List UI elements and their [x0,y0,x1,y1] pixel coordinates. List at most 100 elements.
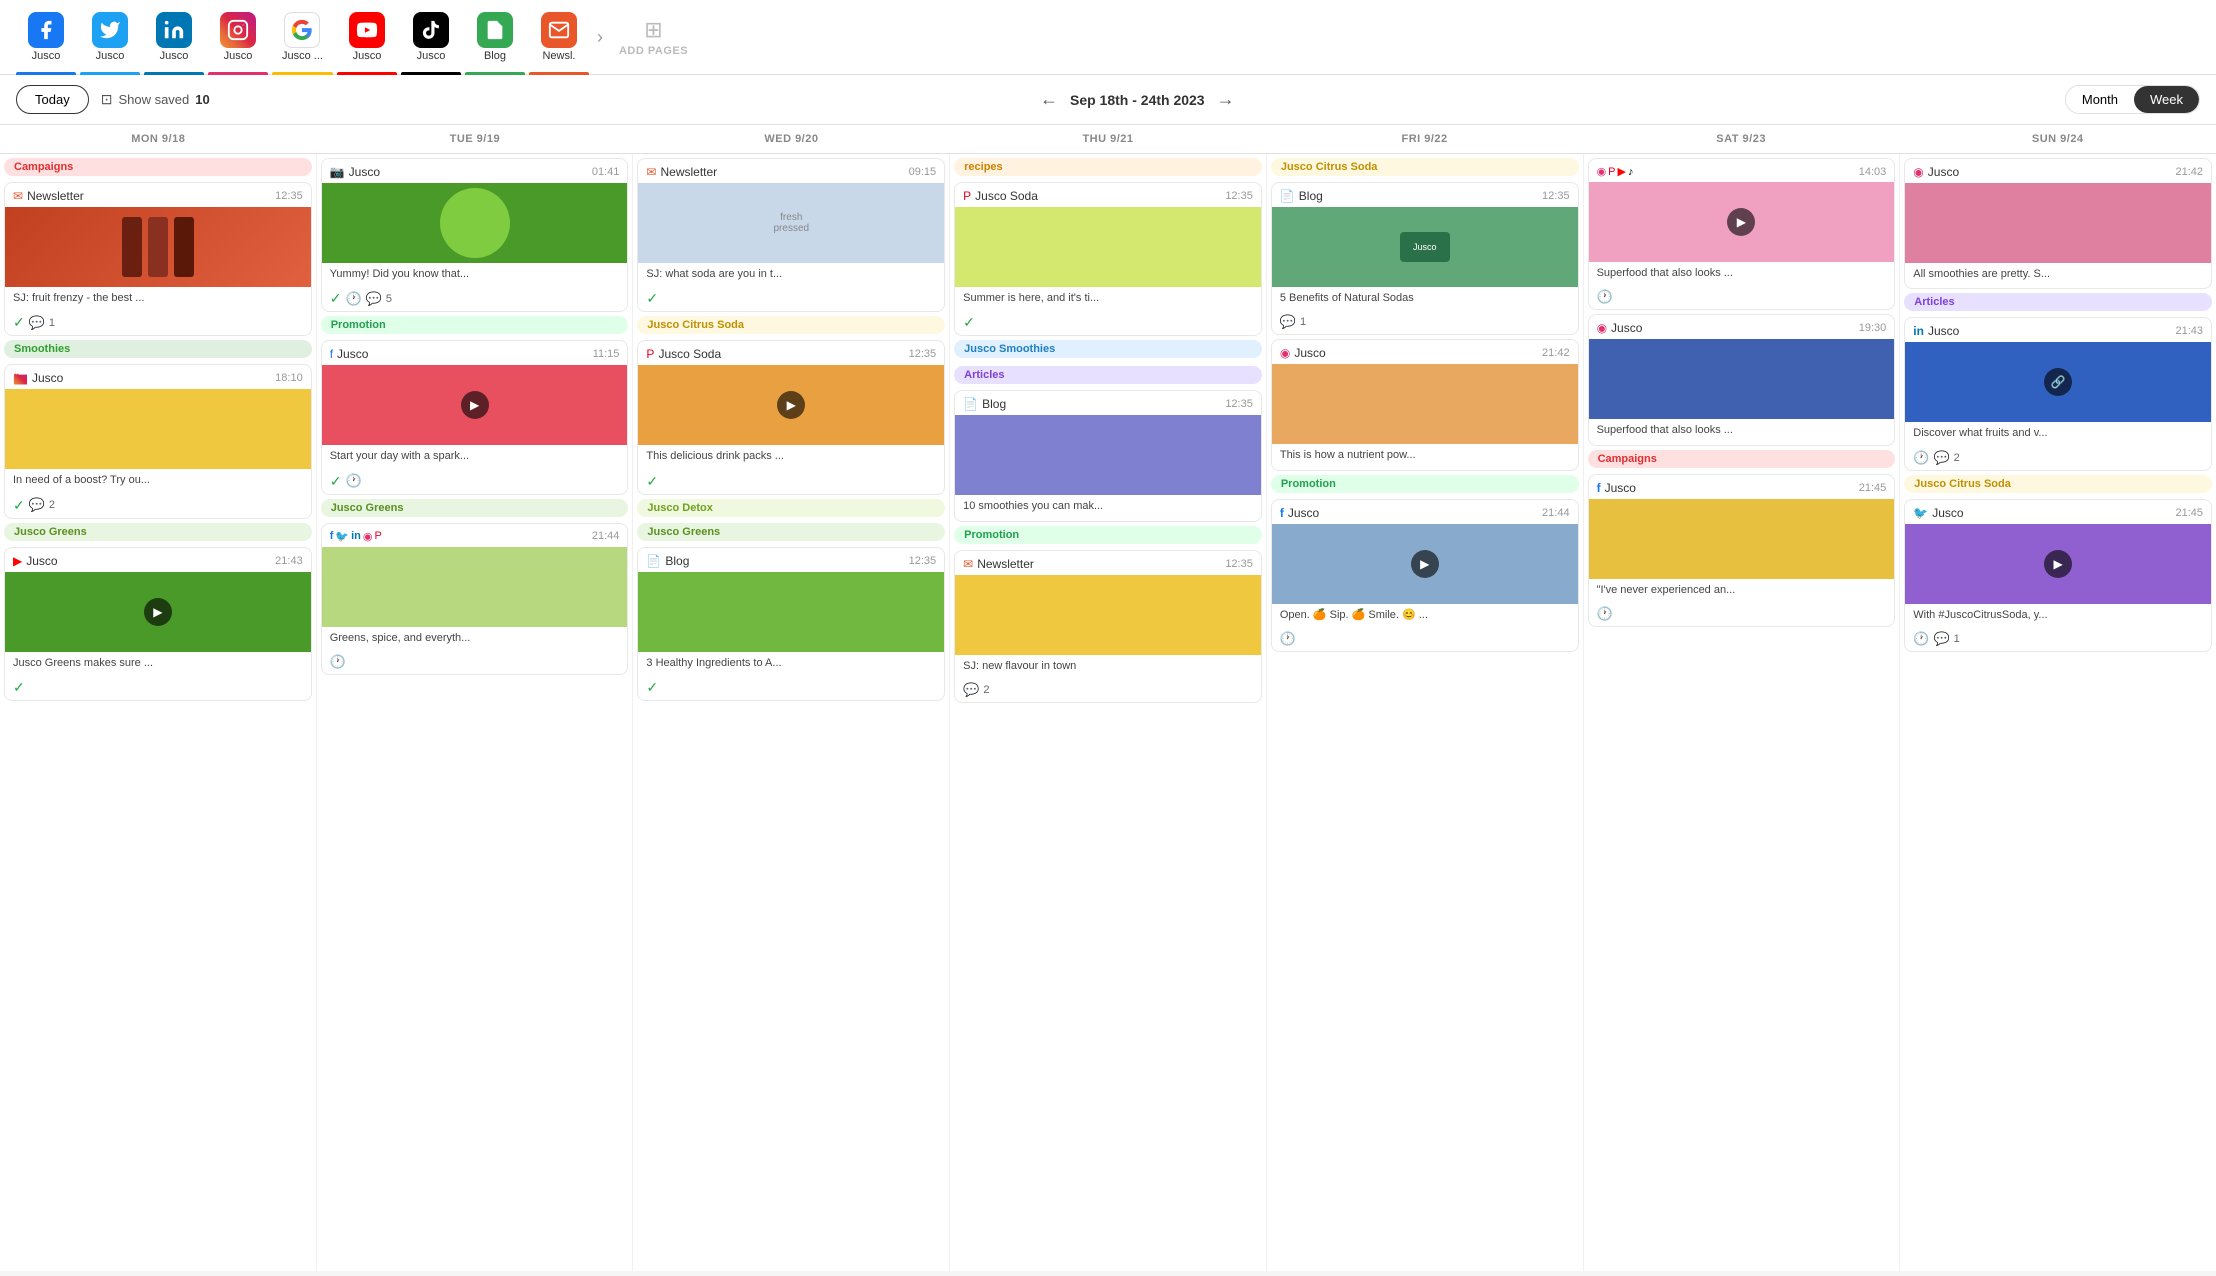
card-ig-tue[interactable]: 📷 Jusco 01:41 Yummy! Did you know that..… [321,158,629,312]
card-ig-sun[interactable]: ◉ Jusco 21:42 All smoothies are pretty. … [1904,158,2212,289]
play-button[interactable]: ▶ [777,391,805,419]
card-time: 12:35 [1225,558,1253,570]
header-mon: MON 9/18 [0,125,317,153]
nav-item-instagram[interactable]: Jusco [208,8,268,66]
card-greens-tue[interactable]: f 🐦 in ◉ P 21:44 Greens, spice, and ever… [321,523,629,675]
nav-item-google[interactable]: Jusco ... [272,8,333,66]
play-button[interactable]: ▶ [461,391,489,419]
newsletter-icon [541,12,577,48]
play-button[interactable]: ▶ [2044,550,2072,578]
instagram-icon [220,12,256,48]
card-platform-name: Jusco [1932,506,1963,520]
fb-icon: f [330,347,333,361]
card-multi-sat[interactable]: ◉ P ▶ ♪ 14:03 ▶ Superfood that also look… [1588,158,1896,310]
card-campaigns-sat[interactable]: f Jusco 21:45 "I've never experienced an… [1588,474,1896,627]
card-text: This is how a nutrient pow... [1280,448,1570,463]
card-smoothies-mon[interactable]: 📷 Jusco 18:10 In need of a boost? Try ou… [4,364,312,518]
card-text: Start your day with a spark... [330,449,620,464]
header-wed: WED 9/20 [633,125,950,153]
nav-item-youtube[interactable]: Jusco [337,8,397,66]
card-smoothies-thu[interactable]: 📄 Blog 12:35 10 smoothies you can mak... [954,390,1262,521]
top-nav: Jusco Jusco Jusco Jusco Jusco ... [0,0,2216,75]
col-sat: ◉ P ▶ ♪ 14:03 ▶ Superfood that also look… [1584,154,1900,1271]
play-button[interactable]: ▶ [1411,550,1439,578]
clock-icon: 🕐 [345,291,361,307]
card-platform-name: Newsletter [660,165,717,179]
nav-item-linkedin[interactable]: Jusco [144,8,204,66]
multi-platform-icons: ◉ P ▶ ♪ [1597,165,1634,178]
comment-icon: 💬 [29,497,45,513]
card-platform-name: Jusco [337,347,368,361]
card-status: ✓ [955,312,1261,335]
comment-icon: 💬 [1933,631,1949,647]
check-icon: ✓ [646,290,658,307]
week-view-button[interactable]: Week [2134,86,2199,113]
play-button[interactable]: ▶ [1727,208,1755,236]
card-text: Greens, spice, and everyth... [330,631,620,646]
toolbar: Today ⊡ Show saved 10 ← Sep 18th - 24th … [0,75,2216,125]
card-greens-wed[interactable]: 📄 Blog 12:35 3 Healthy Ingredients to A.… [637,547,945,701]
group-label-smoothies-thu: Jusco Smoothies [954,340,1262,358]
add-icon: ⊞ [644,17,662,43]
card-time: 12:35 [1225,190,1253,202]
card-ig2-sat[interactable]: ◉ Jusco 19:30 Superfood that also looks … [1588,314,1896,445]
bookmark-icon: ⊡ [101,91,113,108]
prev-arrow[interactable]: ← [1040,89,1058,110]
card-time: 12:35 [909,348,937,360]
show-saved-button[interactable]: ⊡ Show saved 10 [101,91,210,108]
card-platform-name: Jusco [1605,481,1636,495]
group-label-articles-sun: Articles [1904,293,2212,311]
card-image [322,183,628,263]
nav-item-newsletter[interactable]: Newsl. [529,8,589,66]
card-text: SJ: what soda are you in t... [646,267,936,282]
blog-icon: 📄 [646,554,661,568]
nav-item-facebook[interactable]: Jusco [16,8,76,66]
card-articles-sun[interactable]: in Jusco 21:43 🔗 Discover what fruits an… [1904,317,2212,470]
card-time: 21:44 [1542,507,1570,519]
nav-item-blog[interactable]: Blog [465,8,525,66]
card-text: SJ: fruit frenzy - the best ... [13,291,303,306]
nav-item-tiktok[interactable]: Jusco [401,8,461,66]
card-image [1272,364,1578,444]
card-citrus-wed[interactable]: P Jusco Soda 12:35 ▶ This delicious drin… [637,340,945,494]
clock-icon: 🕐 [1913,450,1929,466]
blog-icon: 📄 [1280,189,1295,203]
card-image: 🔗 [1905,342,2211,422]
add-pages-button[interactable]: ⊞ ADD PAGES [611,13,696,61]
card-status: ✓ 🕐 💬 5 [322,288,628,311]
card-citrus-fri[interactable]: 📄 Blog 12:35 Jusco 5 Benefits of Natural… [1271,182,1579,335]
comment-count: 1 [1954,633,1960,645]
today-button[interactable]: Today [16,85,89,114]
check-icon: ✓ [646,473,658,490]
card-greens-mon[interactable]: ▶ Jusco 21:43 ▶ Jusco Greens makes sure … [4,547,312,701]
card-platform-name: Jusco [1294,346,1325,360]
header-sat: SAT 9/23 [1583,125,1900,153]
play-button[interactable]: ▶ [144,598,172,626]
clock-icon: 🕐 [1280,631,1296,647]
check-icon: ✓ [646,679,658,696]
card-time: 12:35 [909,555,937,567]
card-ig-fri[interactable]: ◉ Jusco 21:42 This is how a nutrient pow… [1271,339,1579,470]
group-label-articles-thu: Articles [954,366,1262,384]
card-citrus-sun[interactable]: 🐦 Jusco 21:45 ▶ With #JuscoCitrusSoda, y… [1904,499,2212,652]
nav-item-twitter[interactable]: Jusco [80,8,140,66]
card-promotion-fri[interactable]: f Jusco 21:44 ▶ Open. 🍊 Sip. 🍊 Smile. 😊 … [1271,499,1579,652]
show-saved-label: Show saved [118,92,189,107]
saved-count: 10 [195,92,209,107]
facebook-icon [28,12,64,48]
card-text: Open. 🍊 Sip. 🍊 Smile. 😊 ... [1280,608,1570,623]
link-button[interactable]: 🔗 [2044,368,2072,396]
month-view-button[interactable]: Month [2066,86,2134,113]
card-text: "I've never experienced an... [1597,583,1887,598]
col-sun: ◉ Jusco 21:42 All smoothies are pretty. … [1900,154,2216,1271]
nav-more-arrow[interactable]: › [593,23,607,52]
card-newsletter-wed[interactable]: ✉ Newsletter 09:15 freshpressed SJ: what… [637,158,945,312]
card-newsletter-mon[interactable]: ✉ Newsletter 12:35 SJ: fruit frenzy - th… [4,182,312,336]
comment-icon: 💬 [1933,450,1949,466]
card-promotion-thu[interactable]: ✉ Newsletter 12:35 SJ: new flavour in to… [954,550,1262,703]
check-icon: ✓ [13,497,25,514]
card-text: With #JuscoCitrusSoda, y... [1913,608,2203,623]
card-recipes-thu[interactable]: P Jusco Soda 12:35 Summer is here, and i… [954,182,1262,336]
card-promotion-tue[interactable]: f Jusco 11:15 ▶ Start your day with a sp… [321,340,629,494]
next-arrow[interactable]: → [1217,89,1235,110]
